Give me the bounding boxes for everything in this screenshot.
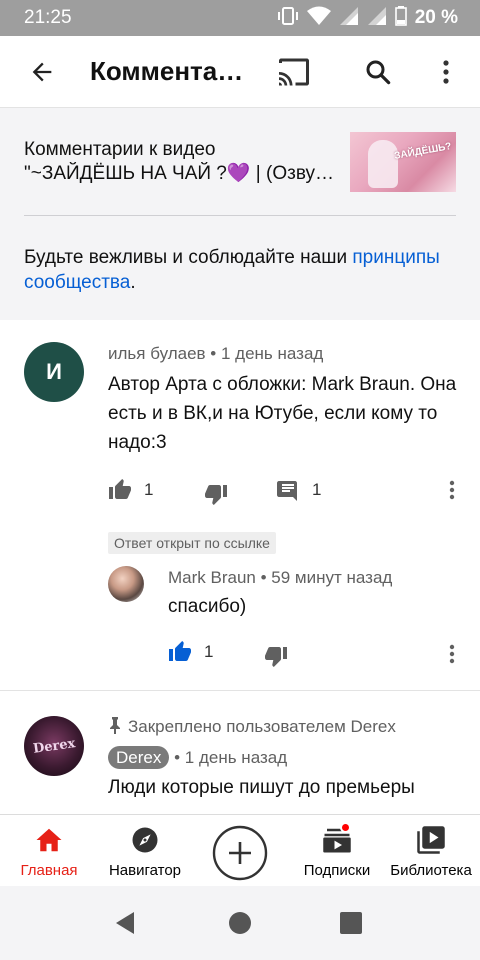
comment-text: Люди которые пишут до премьеры (108, 777, 415, 798)
dislike-button[interactable] (204, 480, 228, 508)
nav-home-label: Главная (20, 862, 78, 879)
policy-text: Будьте вежливы и соблюдайте наши (24, 247, 348, 268)
compass-icon (132, 827, 158, 853)
home-icon (36, 828, 62, 852)
square-recents-icon (340, 912, 362, 934)
divider (24, 215, 456, 216)
back-arrow-icon (32, 62, 52, 82)
more-vert-icon (443, 60, 449, 84)
comments-header: Комментарии к видео "~ЗАЙДЁШЬ НА ЧАЙ ?💜 … (0, 108, 480, 320)
signal-icon (367, 6, 387, 31)
like-count: 1 (204, 642, 214, 661)
cast-icon (279, 58, 309, 86)
comment-author[interactable]: Mark Braun (168, 568, 256, 587)
nav-subscriptions[interactable]: Подписки (302, 815, 372, 887)
back-button[interactable] (22, 54, 62, 90)
signal-icon (339, 6, 359, 31)
add-circle-icon (212, 825, 268, 881)
search-button[interactable] (356, 54, 400, 90)
dislike-button[interactable] (264, 642, 288, 670)
cast-button[interactable] (272, 54, 316, 90)
comment-time: 1 день назад (220, 344, 324, 363)
comment-meta: илья булаев • 1 день назад (108, 344, 323, 364)
circle-home-icon (229, 912, 251, 934)
comment-more-button[interactable] (442, 640, 462, 668)
more-vert-icon (449, 480, 455, 500)
status-icons: 20 % (277, 5, 458, 31)
more-options-button[interactable] (428, 54, 464, 90)
pinned-comment: Derex Закреплено пользователем Derex Der… (0, 691, 480, 814)
system-recents-button[interactable] (336, 908, 366, 938)
comment-time: 1 день назад (184, 748, 288, 767)
like-count: 1 (144, 480, 154, 499)
nav-home[interactable]: Главная (14, 815, 84, 887)
thumbnail-text: ЗАЙДЁШЬ? (393, 141, 453, 162)
pinned-label: Закреплено пользователем Derex (108, 716, 396, 737)
video-thumbnail[interactable]: ЗАЙДЁШЬ? (350, 132, 456, 192)
avatar-text: Derex (31, 735, 77, 757)
like-button[interactable]: 1 (168, 638, 213, 666)
video-title[interactable]: Комментарии к видео "~ЗАЙДЁШЬ НА ЧАЙ ?💜 … (24, 138, 336, 186)
meta-separator: • (260, 568, 272, 587)
like-button[interactable]: 1 (108, 476, 153, 504)
thumb-up-icon (169, 641, 191, 661)
video-title-line2: "~ЗАЙДЁШЬ НА ЧАЙ ?💜 | (Озвучка) (24, 163, 336, 184)
library-icon (417, 826, 445, 854)
comment-meta: Derex • 1 день назад (108, 746, 287, 769)
comment-actions: 1 (168, 638, 458, 667)
avatar[interactable]: Derex (24, 716, 84, 776)
vibrate-icon (277, 6, 299, 31)
pinned-text: Закреплено пользователем Derex (128, 717, 396, 736)
status-time: 21:25 (24, 7, 72, 28)
creator-author-chip[interactable]: Derex (108, 746, 170, 769)
meta-separator: • (174, 748, 185, 767)
reply-button[interactable]: 1 (276, 476, 321, 504)
battery-icon (394, 5, 407, 31)
nav-library-label: Библиотека (390, 862, 472, 879)
app-bar: Комментарии (0, 36, 480, 108)
pin-icon (110, 717, 120, 734)
nav-explore[interactable]: Навигатор (109, 815, 181, 887)
system-navigation-bar (0, 886, 480, 960)
linked-reply-badge: Ответ открыт по ссылке (108, 532, 276, 554)
comment-author[interactable]: илья булаев (108, 344, 206, 363)
comment-text: Автор Арта с обложки: Mark Braun. Она ес… (108, 374, 457, 453)
video-title-line1: Комментарии к видео (24, 139, 216, 160)
system-back-button[interactable] (110, 908, 140, 938)
comment-text: спасибо) (168, 596, 247, 617)
system-home-button[interactable] (225, 908, 255, 938)
reply-comment: Mark Braun • 59 минут назад спасибо) 1 (0, 560, 480, 690)
comment-more-button[interactable] (442, 476, 462, 504)
nav-subscriptions-label: Подписки (303, 862, 371, 879)
meta-separator: • (210, 344, 221, 363)
wifi-icon (306, 6, 331, 31)
thumbnail-figure (368, 140, 398, 188)
reply-count: 1 (312, 480, 322, 499)
notification-dot (340, 822, 351, 833)
thumb-down-icon (205, 485, 227, 505)
bottom-navigation: Главная Навигатор Подписки Библиотека (0, 814, 480, 886)
triangle-back-icon (116, 912, 134, 934)
comment-time: 59 минут назад (271, 568, 393, 587)
avatar[interactable] (108, 566, 144, 602)
search-icon (366, 60, 391, 85)
policy-end: . (130, 272, 136, 293)
nav-library[interactable]: Библиотека (390, 815, 472, 887)
nav-explore-label: Навигатор (108, 862, 182, 879)
more-vert-icon (449, 644, 455, 664)
comment-icon (277, 481, 297, 501)
community-guidelines-notice: Будьте вежливы и соблюдайте наши принцип… (24, 245, 456, 295)
nav-create[interactable] (212, 815, 268, 887)
page-title: Комментарии (90, 56, 250, 86)
battery-percent: 20 % (414, 7, 458, 28)
status-bar: 21:25 20 % (0, 0, 480, 36)
comment-actions: 1 1 (108, 476, 458, 505)
avatar[interactable]: И (24, 342, 84, 402)
avatar-letter: И (46, 359, 62, 384)
thumb-down-icon (265, 647, 287, 667)
thumb-up-icon (109, 479, 131, 499)
comment-meta: Mark Braun • 59 минут назад (168, 568, 392, 588)
